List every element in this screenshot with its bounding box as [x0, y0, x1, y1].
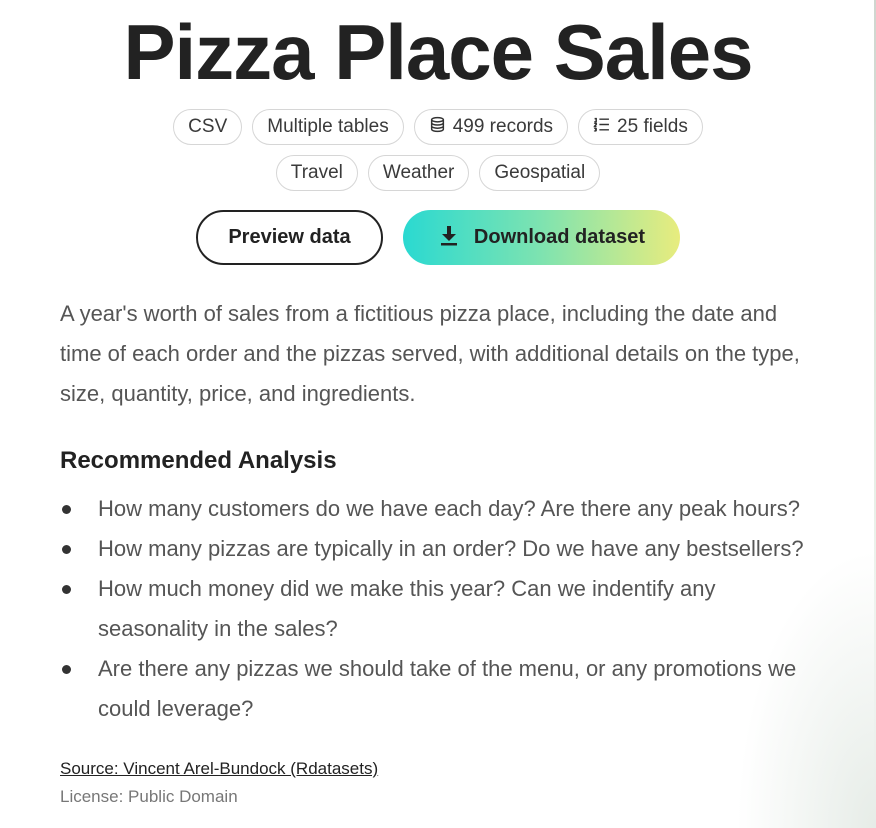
button-label: Preview data — [228, 226, 351, 248]
list-item: How many customers do we have each day? … — [60, 489, 820, 529]
tag-label: 499 records — [452, 116, 554, 137]
list-item-text: How many pizzas are typically in an orde… — [98, 536, 804, 561]
button-label: Download dataset — [473, 226, 646, 248]
bullet-icon — [62, 505, 71, 514]
preview-data-button[interactable]: Preview data — [196, 210, 383, 265]
license-text: License: Public Domain — [60, 787, 238, 806]
analysis-list: How many customers do we have each day? … — [60, 489, 820, 729]
tag-label: Multiple tables — [267, 116, 389, 137]
tag-label: Weather — [382, 162, 455, 183]
tag-weather[interactable]: Weather — [367, 155, 470, 191]
list-item-text: How many customers do we have each day? … — [98, 496, 800, 521]
list-item-text: How much money did we make this year? Ca… — [98, 576, 716, 641]
action-buttons: Preview data Download dataset — [0, 210, 876, 265]
source-link[interactable]: Source: Vincent Arel-Bundock (Rdatasets) — [60, 757, 378, 781]
tag-records: 499 records — [413, 109, 569, 145]
list-item-text: Are there any pizzas we should take of t… — [98, 656, 797, 721]
list-icon — [593, 116, 610, 139]
list-item: How many pizzas are typically in an orde… — [60, 529, 820, 569]
list-item: How much money did we make this year? Ca… — [60, 569, 820, 649]
bullet-icon — [62, 585, 71, 594]
bullet-icon — [62, 545, 71, 554]
bullet-icon — [62, 665, 71, 674]
tag-label: Travel — [290, 162, 343, 183]
tag-geospatial[interactable]: Geospatial — [479, 155, 601, 191]
tag-label: 25 fields — [617, 116, 688, 137]
tag-travel[interactable]: Travel — [275, 155, 358, 191]
download-icon — [438, 224, 460, 252]
tag-fields: 25 fields — [578, 109, 703, 145]
tag-multiple-tables: Multiple tables — [252, 109, 404, 145]
tag-row-topics: Travel Weather Geospatial — [0, 155, 876, 191]
dataset-description: A year's worth of sales from a fictitiou… — [60, 301, 800, 406]
recommended-analysis-heading: Recommended Analysis — [60, 447, 337, 474]
tag-label: CSV — [188, 116, 228, 137]
tag-row-primary: CSV Multiple tables 499 records 25 field… — [0, 109, 876, 145]
database-icon — [429, 116, 446, 139]
list-item: Are there any pizzas we should take of t… — [60, 649, 820, 729]
page-title: Pizza Place Sales — [123, 8, 753, 96]
download-dataset-button[interactable]: Download dataset — [403, 210, 680, 265]
tag-label: Geospatial — [494, 162, 586, 183]
tag-csv: CSV — [173, 109, 243, 145]
